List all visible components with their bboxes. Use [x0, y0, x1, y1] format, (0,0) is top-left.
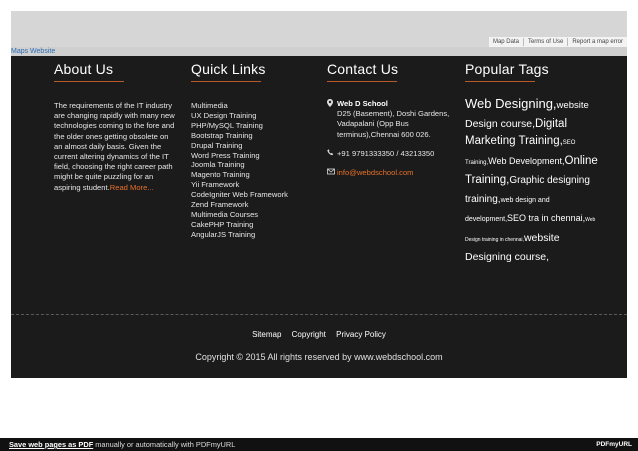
tag-link[interactable]: Web Designing,: [465, 96, 557, 111]
quick-link-item[interactable]: Word Press Training: [191, 151, 315, 161]
popular-tags-heading: Popular Tags: [465, 61, 549, 77]
tag-link[interactable]: SEO tra in chennai,: [507, 213, 585, 223]
footer-links: Sitemap Copyright Privacy Policy: [11, 330, 627, 339]
map-data-link[interactable]: Map Data: [489, 38, 523, 46]
email-row: info@webdschool.com: [327, 168, 451, 178]
save-pdf-link[interactable]: Save web pages as PDF: [9, 440, 93, 449]
tag-link[interactable]: website: [557, 100, 589, 111]
quick-link-item[interactable]: Zend Framework: [191, 200, 315, 210]
contact-column: Contact Us Web D School D25 (Basement), …: [327, 56, 451, 178]
about-body: The requirements of the IT industry are …: [54, 101, 175, 192]
quick-link-item[interactable]: AngularJS Training: [191, 230, 315, 240]
footer-divider: [11, 314, 627, 315]
school-name: Web D School: [337, 99, 388, 108]
quick-links-list: Multimedia UX Design Training PHP/MySQL …: [191, 101, 315, 240]
email-link[interactable]: info@webdschool.com: [337, 168, 414, 177]
phone-row: +91 9791333350 / 43213350: [327, 149, 451, 159]
sitemap-link[interactable]: Sitemap: [252, 330, 281, 339]
address-text: D25 (Basement), Doshi Gardens, Vadapalan…: [337, 109, 450, 139]
copyright-text: Copyright © 2015 All rights reserved by …: [195, 352, 443, 362]
popular-tags-underline: [465, 81, 535, 82]
about-column: About Us The requirements of the IT indu…: [54, 56, 178, 193]
quick-link-item[interactable]: Drupal Training: [191, 141, 315, 151]
phone-icon: [327, 149, 334, 159]
privacy-policy-link[interactable]: Privacy Policy: [336, 330, 386, 339]
tag-link[interactable]: Web Development,: [488, 156, 564, 166]
quick-link-item[interactable]: Multimedia: [191, 101, 315, 111]
map-area[interactable]: Map Data Terms of Use Report a map error: [11, 11, 627, 47]
map-attribution: Map Data Terms of Use Report a map error: [488, 37, 627, 47]
phone-number[interactable]: +91 9791333350 / 43213350: [337, 149, 434, 158]
copyright-link[interactable]: Copyright: [292, 330, 326, 339]
quick-link-item[interactable]: UX Design Training: [191, 111, 315, 121]
site-footer: About Us The requirements of the IT indu…: [11, 56, 627, 378]
pdfmyurl-logo[interactable]: PDFmyURL: [596, 438, 632, 451]
contact-underline: [327, 81, 397, 82]
quick-link-item[interactable]: Magento Training: [191, 170, 315, 180]
address-block: Web D School D25 (Basement), Doshi Garde…: [327, 99, 451, 140]
popular-tags-column: Popular Tags Web Designing,website Desig…: [465, 56, 615, 263]
envelope-icon: [327, 168, 335, 178]
quick-links-column: Quick Links Multimedia UX Design Trainin…: [191, 56, 315, 240]
quick-link-item[interactable]: Joomla Training: [191, 160, 315, 170]
terms-of-use-link[interactable]: Terms of Use: [522, 38, 567, 46]
quick-links-underline: [191, 81, 261, 82]
contact-heading: Contact Us: [327, 61, 399, 77]
tag-link[interactable]: Design course,: [465, 118, 535, 130]
read-more-link[interactable]: Read More...: [110, 183, 154, 192]
maps-website-link[interactable]: Maps Website: [11, 47, 627, 56]
pdfmyurl-bar: Save web pages as PDF manually or automa…: [0, 438, 638, 451]
about-text: The requirements of the IT industry are …: [54, 101, 178, 193]
map-marker-icon: [327, 99, 333, 110]
about-heading: About Us: [54, 61, 114, 77]
about-underline: [54, 81, 124, 82]
report-map-error-link[interactable]: Report a map error: [567, 38, 627, 46]
quick-link-item[interactable]: PHP/MySQL Training: [191, 121, 315, 131]
quick-link-item[interactable]: Yii Framework: [191, 180, 315, 190]
contact-details: Web D School D25 (Basement), Doshi Garde…: [327, 99, 451, 178]
quick-link-item[interactable]: CodeIgniter Web Framework: [191, 190, 315, 200]
bottom-bar-text: manually or automatically with PDFmyURL: [93, 440, 236, 449]
quick-link-item[interactable]: Bootstrap Training: [191, 131, 315, 141]
quick-link-item[interactable]: Multimedia Courses: [191, 210, 315, 220]
quick-links-heading: Quick Links: [191, 61, 266, 77]
quick-link-item[interactable]: CakePHP Training: [191, 220, 315, 230]
tag-cloud: Web Designing,website Design course,Digi…: [465, 96, 605, 266]
